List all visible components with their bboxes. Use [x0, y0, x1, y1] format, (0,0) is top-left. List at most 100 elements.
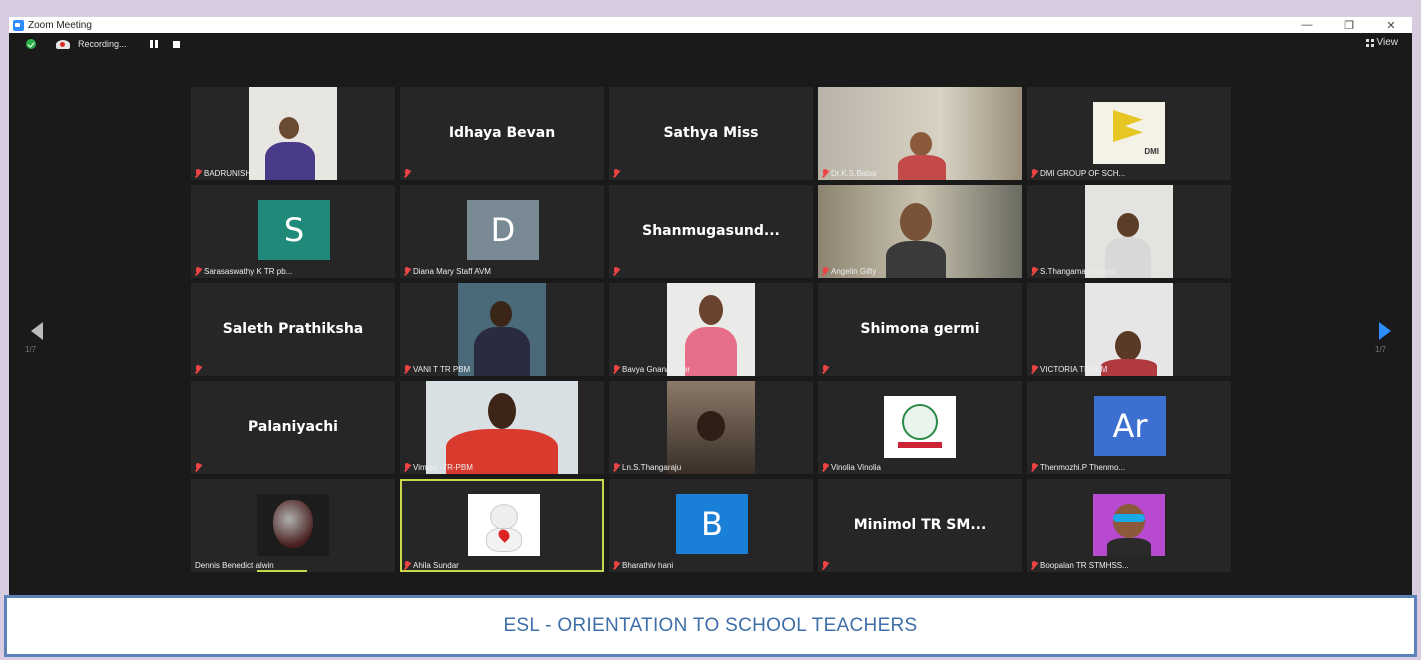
participant-tile[interactable]: Shimona germi: [818, 283, 1022, 376]
muted-mic-icon: [822, 561, 828, 570]
muted-mic-icon: [613, 463, 619, 472]
participant-tile[interactable]: Sathya Miss: [609, 87, 813, 180]
person-head: [910, 132, 932, 156]
grid-icon: [1365, 38, 1374, 47]
page-indicator-left: 1/7: [25, 345, 37, 354]
person-head: [490, 301, 512, 327]
person-head: [699, 295, 723, 325]
muted-mic-icon: [822, 463, 828, 472]
muted-mic-icon: [822, 267, 828, 276]
participant-label: Sarasaswathy K TR pb...: [195, 267, 292, 276]
participant-tile[interactable]: S.Thangamani vo.ppt: [1027, 185, 1231, 278]
participant-tile[interactable]: VANI T TR PBM: [400, 283, 604, 376]
person-body: [1107, 538, 1151, 556]
next-page-button[interactable]: 1/7: [1375, 322, 1395, 362]
participant-tile[interactable]: DMI DMI GROUP OF SCH...: [1027, 87, 1231, 180]
participant-tile[interactable]: Saleth Prathiksha: [191, 283, 395, 376]
participant-tile[interactable]: D Diana Mary Staff AVM: [400, 185, 604, 278]
participant-video: [249, 87, 337, 180]
view-button[interactable]: View: [1365, 37, 1398, 48]
minimize-button[interactable]: —: [1286, 17, 1328, 33]
participant-tile[interactable]: Shanmugasund...: [609, 185, 813, 278]
muted-mic-icon: [404, 169, 410, 178]
participant-label: Dr.K.S.Babai: [822, 169, 877, 178]
participant-label: Diana Mary Staff AVM: [404, 267, 491, 276]
gallery-grid: BADRUNISHA / Idhaya Bevan Sathya Miss Dr…: [191, 87, 1231, 577]
muted-mic-icon: [1031, 169, 1037, 178]
zoom-window: Zoom Meeting — ❐ ✕ Recording... View 1/7…: [9, 17, 1412, 597]
globe-icon: [902, 404, 938, 440]
page-indicator-right: 1/7: [1375, 345, 1387, 354]
recording-label: Recording...: [78, 39, 127, 49]
person-head: [1117, 213, 1139, 237]
participant-tile[interactable]: Angelin Gifty: [818, 185, 1022, 278]
shield-icon[interactable]: [26, 39, 36, 49]
participant-tile[interactable]: Palaniyachi: [191, 381, 395, 474]
group-logo: DMI: [1093, 102, 1165, 164]
participant-tile[interactable]: Boopalan TR STMHSS...: [1027, 479, 1231, 572]
participant-label: [195, 365, 204, 374]
participant-label: [404, 169, 413, 178]
participant-tile[interactable]: Idhaya Bevan: [400, 87, 604, 180]
participant-label: [822, 561, 831, 570]
participant-profile-image: [468, 494, 540, 556]
pause-recording-button[interactable]: [149, 40, 159, 48]
window-controls: — ❐ ✕: [1286, 17, 1412, 33]
participant-label: Angelin Gifty: [822, 267, 876, 276]
muted-mic-icon: [1031, 267, 1037, 276]
participant-name: Shanmugasund...: [642, 223, 780, 239]
participant-label: Ahila Sundar: [404, 561, 459, 570]
person-body: [265, 142, 315, 180]
participant-tile[interactable]: Ln.S.Thangaraju: [609, 381, 813, 474]
muted-mic-icon: [822, 169, 828, 178]
muted-mic-icon: [613, 169, 619, 178]
person-head: [488, 393, 516, 429]
maximize-button[interactable]: ❐: [1328, 17, 1370, 33]
participant-label: BADRUNISHA /: [195, 169, 260, 178]
caption-text: ESL - ORIENTATION TO SCHOOL TEACHERS: [503, 615, 918, 636]
participant-avatar: Ar: [1094, 396, 1166, 456]
participant-label: Bharathiv hani: [613, 561, 673, 570]
participant-label: VICTORIA TRPBM: [1031, 365, 1107, 374]
participant-tile[interactable]: Minimol TR SM...: [818, 479, 1022, 572]
participant-label: [195, 463, 204, 472]
previous-page-button[interactable]: 1/7: [25, 322, 45, 362]
participant-tile[interactable]: Dennis Benedict alwin: [191, 479, 395, 572]
person-head: [1115, 331, 1141, 361]
muted-mic-icon: [1031, 463, 1037, 472]
participant-label: Vimala -TR-PBM: [404, 463, 473, 472]
participant-video: [667, 381, 755, 474]
participant-tile[interactable]: Dr.K.S.Babai: [818, 87, 1022, 180]
person-head: [697, 411, 725, 441]
person-head: [900, 203, 932, 241]
participant-name: Palaniyachi: [248, 419, 338, 435]
participant-tile[interactable]: Vimala -TR-PBM: [400, 381, 604, 474]
participant-tile[interactable]: Ar Thenmozhi.P Thenmo...: [1027, 381, 1231, 474]
speaking-indicator: [257, 570, 307, 572]
participant-tile[interactable]: S Sarasaswathy K TR pb...: [191, 185, 395, 278]
participant-label: VANI T TR PBM: [404, 365, 470, 374]
participant-label: [822, 365, 831, 374]
participant-label: Thenmozhi.P Thenmo...: [1031, 463, 1125, 472]
participant-tile-active-speaker[interactable]: Ahila Sundar: [400, 479, 604, 572]
participant-avatar: S: [258, 200, 330, 260]
participant-video: [458, 283, 546, 376]
participant-tile[interactable]: B Bharathiv hani: [609, 479, 813, 572]
participant-tile[interactable]: VICTORIA TRPBM: [1027, 283, 1231, 376]
participant-tile[interactable]: Vinolia Vinolia: [818, 381, 1022, 474]
participant-video: [818, 185, 1022, 278]
participant-label: Vinolia Vinolia: [822, 463, 881, 472]
participant-tile[interactable]: Bavya Gnanasekar: [609, 283, 813, 376]
participant-name: Sathya Miss: [663, 125, 759, 141]
muted-mic-icon: [613, 561, 619, 570]
participant-name: Saleth Prathiksha: [222, 321, 364, 337]
person-body: [898, 155, 946, 180]
participant-tile[interactable]: BADRUNISHA /: [191, 87, 395, 180]
close-button[interactable]: ✕: [1370, 17, 1412, 33]
participant-name: Shimona germi: [860, 321, 980, 337]
muted-mic-icon: [613, 365, 619, 374]
logo-ribbon-icon: [898, 442, 942, 448]
window-title: Zoom Meeting: [28, 19, 92, 31]
title-bar: Zoom Meeting — ❐ ✕: [9, 17, 1412, 33]
stop-recording-button[interactable]: [172, 40, 180, 48]
